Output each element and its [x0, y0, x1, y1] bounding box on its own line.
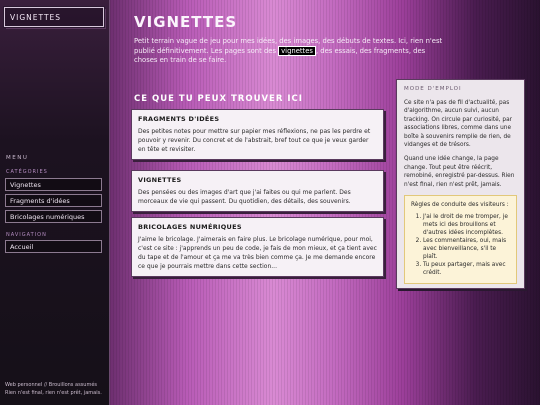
- main-content: VIGNETTES Petit terrain vague de jeu pou…: [110, 0, 540, 405]
- card-bricolages: BRICOLAGES NUMÉRIQUES J'aime le bricolag…: [131, 217, 384, 277]
- site-brand[interactable]: VIGNETTES: [4, 7, 104, 27]
- navigation-heading: NAVIGATION: [6, 232, 47, 238]
- footer-line-2: Rien n'est final, rien n'est prêt, jamai…: [5, 389, 102, 396]
- rules-box: Règles de conduite des visiteurs : J'ai …: [404, 195, 517, 285]
- rule-item: J'ai le droit de me tromper, je mets ici…: [423, 213, 510, 237]
- panel-paragraph-1: Ce site n'a pas de fil d'actualité, pas …: [404, 100, 513, 149]
- menu-heading: MENU: [6, 155, 29, 161]
- card-title: VIGNETTES: [138, 176, 182, 184]
- sidebar: VIGNETTES MENU CATÉGORIES Vignettes Frag…: [0, 0, 110, 405]
- section-title: CE QUE TU PEUX TROUVER ICI: [134, 94, 303, 104]
- rule-item: Tu peux partager, mais avec crédit.: [423, 261, 510, 277]
- sidebar-footer: Web personnel // Brouillons assumés Rien…: [5, 382, 102, 397]
- rule-item: Les commentaires, oui, mais avec bienvei…: [423, 237, 510, 261]
- instructions-panel: MODE D'EMPLOI Ce site n'a pas de fil d'a…: [396, 79, 525, 289]
- intro-paragraph: Petit terrain vague de jeu pour mes idée…: [134, 37, 444, 66]
- sidebar-item-accueil[interactable]: Accueil: [5, 240, 102, 253]
- rules-list: J'ai le droit de me tromper, je mets ici…: [411, 213, 510, 277]
- intro-highlight: vignettes: [278, 45, 316, 56]
- card-text: Des pensées ou des images d'art que j'ai…: [138, 189, 351, 205]
- panel-paragraph-2: Quand une idée change, la page change. T…: [404, 156, 515, 188]
- sidebar-item-fragments[interactable]: Fragments d'idées: [5, 194, 102, 207]
- card-vignettes: VIGNETTES Des pensées ou des images d'ar…: [131, 170, 384, 212]
- card-fragments: FRAGMENTS D'IDÉES Des petites notes pour…: [131, 109, 384, 160]
- card-title: BRICOLAGES NUMÉRIQUES: [138, 223, 242, 231]
- sidebar-item-bricolages[interactable]: Bricolages numériques: [5, 210, 102, 223]
- panel-title: MODE D'EMPLOI: [404, 86, 462, 92]
- rules-title: Règles de conduite des visiteurs :: [411, 202, 509, 209]
- page-title: VIGNETTES: [134, 13, 238, 31]
- card-text: J'aime le bricolage. J'aimerais en faire…: [138, 236, 377, 270]
- footer-line-1: Web personnel // Brouillons assumés: [5, 382, 97, 388]
- card-text: Des petites notes pour mettre sur papier…: [138, 128, 371, 153]
- categories-heading: CATÉGORIES: [6, 169, 48, 175]
- card-title: FRAGMENTS D'IDÉES: [138, 115, 220, 123]
- sidebar-item-vignettes[interactable]: Vignettes: [5, 178, 102, 191]
